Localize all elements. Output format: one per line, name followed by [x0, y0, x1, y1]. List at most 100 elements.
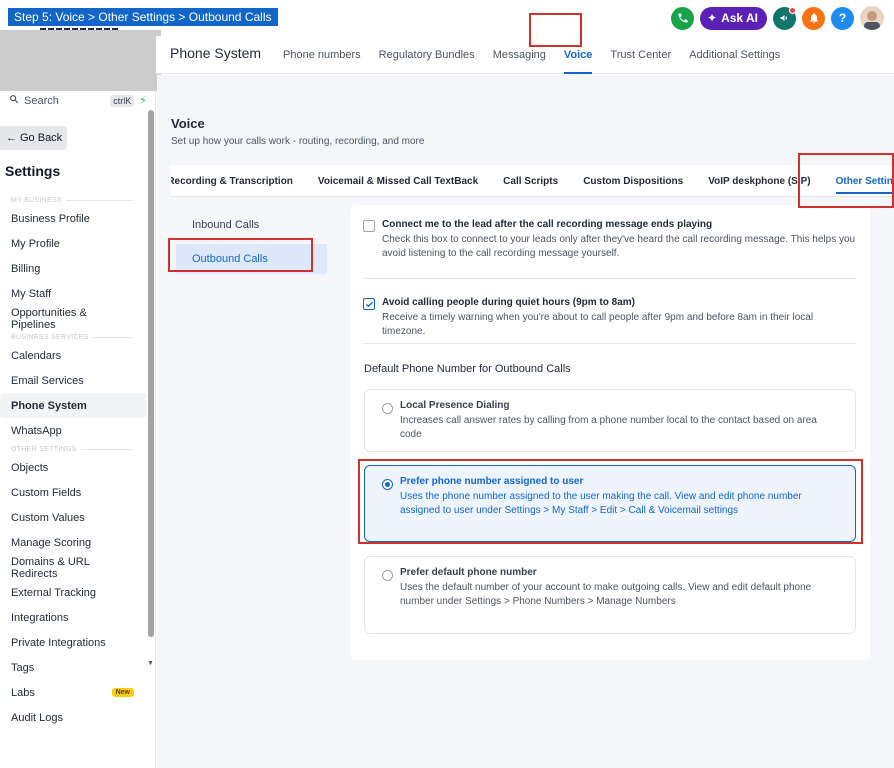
- ask-ai-label: Ask AI: [721, 11, 758, 25]
- sidebar-item-domains-url-redirects[interactable]: Domains & URL Redirects: [0, 555, 147, 580]
- quiet-hours-row[interactable]: Avoid calling people during quiet hours …: [363, 297, 858, 339]
- top-nav: Phone System Phone numbers Regulatory Bun…: [156, 36, 894, 74]
- main-content: Voice Set up how your calls work - routi…: [157, 75, 894, 768]
- voice-title: Voice: [171, 116, 205, 131]
- arrow-left-icon: ←: [6, 132, 17, 144]
- sidebar-item-label: Calendars: [11, 349, 62, 362]
- sidebar-item-label: WhatsApp: [11, 424, 62, 437]
- option-prefer-user-number[interactable]: Prefer phone number assigned to user Use…: [364, 465, 856, 542]
- check-title: Avoid calling people during quiet hours …: [382, 297, 635, 308]
- option-desc: Increases call answer rates by calling f…: [400, 415, 817, 440]
- bolt-icon[interactable]: ⚡: [139, 94, 147, 107]
- divider: [363, 278, 856, 279]
- user-avatar[interactable]: [860, 6, 884, 30]
- tab-voice[interactable]: Voice: [555, 36, 602, 74]
- connect-after-recording-checkbox[interactable]: [363, 220, 375, 232]
- sub-tab-other-settings[interactable]: Other Settings: [835, 165, 894, 196]
- help-icon[interactable]: ?: [831, 6, 854, 30]
- logo-placeholder: [0, 30, 161, 91]
- sidebar-item-label: Phone System: [11, 399, 87, 412]
- page-title: Phone System: [170, 45, 262, 61]
- go-back-label: Go Back: [20, 132, 63, 144]
- sub-tab-voicemail-missed-call-textback[interactable]: Voicemail & Missed Call TextBack: [318, 165, 478, 196]
- sidebar-item-business-profile[interactable]: Business Profile: [0, 206, 147, 231]
- search-shortcut: ctrlK: [110, 94, 135, 107]
- sidebar-item-label: Email Services: [11, 374, 84, 387]
- tab-additional-settings[interactable]: Additional Settings: [680, 36, 789, 74]
- voice-subtitle: Set up how your calls work - routing, re…: [171, 136, 425, 147]
- sidebar-item-whatsapp[interactable]: WhatsApp: [0, 418, 147, 443]
- sidebar-item-phone-system[interactable]: Phone System: [0, 393, 147, 418]
- option-prefer-default-number[interactable]: Prefer default phone number Uses the def…: [364, 556, 856, 634]
- sidebar-item-label: Billing: [11, 262, 41, 275]
- option-title: Local Presence Dialing: [400, 400, 510, 411]
- sidebar-scrollbar[interactable]: [148, 110, 154, 637]
- sidebar-nav: MY BUSINESS Business Profile My Profile Bil…: [0, 194, 147, 730]
- outbound-settings-card: Connect me to the lead after the call re…: [350, 205, 870, 660]
- sidebar-item-my-staff[interactable]: My Staff: [0, 281, 147, 306]
- notification-dot: [789, 6, 796, 14]
- sidebar-search[interactable]: Search ctrlK ⚡: [5, 92, 151, 109]
- option-title: Prefer phone number assigned to user: [400, 476, 584, 487]
- sidebar-item-my-profile[interactable]: My Profile: [0, 231, 147, 256]
- tab-trust-center[interactable]: Trust Center: [601, 36, 680, 74]
- sidebar-item-private-integrations[interactable]: Private Integrations: [0, 630, 147, 655]
- check-desc: Receive a timely warning when you're abo…: [382, 312, 814, 337]
- tab-regulatory-bundles[interactable]: Regulatory Bundles: [370, 36, 484, 74]
- sub-tab-custom-dispositions[interactable]: Custom Dispositions: [583, 165, 683, 196]
- sidebar-item-email-services[interactable]: Email Services: [0, 368, 147, 393]
- ask-ai-button[interactable]: ✦ Ask AI: [700, 6, 767, 30]
- sidebar-item-billing[interactable]: Billing: [0, 256, 147, 281]
- menu-item-outbound-calls[interactable]: Outbound Calls: [176, 244, 327, 274]
- search-icon: [9, 94, 21, 107]
- sub-tab-call-scripts[interactable]: Call Scripts: [503, 165, 558, 196]
- sidebar-item-label: Integrations: [11, 611, 69, 624]
- check-desc: Check this box to connect to your leads …: [382, 234, 856, 259]
- sidebar-item-opportunities-pipelines[interactable]: Opportunities & Pipelines: [0, 306, 147, 331]
- sidebar-item-labs[interactable]: Labs New: [0, 680, 147, 705]
- sidebar-item-calendars[interactable]: Calendars: [0, 343, 147, 368]
- radio-local-presence[interactable]: [382, 403, 393, 414]
- bell-icon[interactable]: [802, 6, 825, 30]
- sidebar-item-objects[interactable]: Objects: [0, 455, 147, 480]
- option-local-presence[interactable]: Local Presence Dialing Increases call an…: [364, 389, 856, 452]
- sidebar-item-custom-values[interactable]: Custom Values: [0, 505, 147, 530]
- sidebar-item-custom-fields[interactable]: Custom Fields: [0, 480, 147, 505]
- sidebar-item-tags[interactable]: Tags: [0, 655, 147, 680]
- option-title: Prefer default phone number: [400, 567, 537, 578]
- divider: [363, 343, 856, 344]
- sidebar-item-integrations[interactable]: Integrations: [0, 605, 147, 630]
- settings-title: Settings: [5, 163, 61, 179]
- sub-tab-voip-deskphone-sip[interactable]: VoIP deskphone (SIP): [708, 165, 810, 196]
- option-desc: Uses the phone number assigned to the us…: [400, 491, 802, 516]
- option-desc: Uses the default number of your account …: [400, 582, 812, 607]
- step-banner: Step 5: Voice > Other Settings > Outboun…: [8, 8, 278, 26]
- sidebar-section-label: BUSINESS SERVICES: [0, 331, 147, 343]
- sidebar-item-label: Private Integrations: [11, 636, 106, 649]
- sidebar-item-label: Objects: [11, 461, 49, 474]
- sidebar-item-label: Opportunities & Pipelines: [11, 306, 87, 331]
- sidebar-item-label: Custom Values: [11, 511, 85, 524]
- sidebar-item-manage-scoring[interactable]: Manage Scoring: [0, 530, 147, 555]
- scroll-down-icon[interactable]: ▼: [146, 660, 155, 667]
- sidebar-item-audit-logs[interactable]: Audit Logs: [0, 705, 147, 730]
- sidebar-section-label: MY BUSINESS: [0, 194, 147, 206]
- connect-after-recording-row[interactable]: Connect me to the lead after the call re…: [363, 219, 858, 261]
- sidebar-item-label: Audit Logs: [11, 711, 63, 724]
- megaphone-icon[interactable]: [773, 6, 796, 30]
- tab-phone-numbers[interactable]: Phone numbers: [274, 36, 370, 74]
- tab-messaging[interactable]: Messaging: [484, 36, 555, 74]
- sidebar-item-label: Labs: [11, 686, 35, 699]
- outbound-left-menu: Inbound Calls Outbound Calls: [176, 210, 327, 278]
- go-back-button[interactable]: ← Go Back: [0, 126, 67, 150]
- sub-tab-ll-recording-transcription[interactable]: ll Recording & Transcription: [171, 165, 293, 196]
- topbar-actions: ✦ Ask AI ?: [671, 6, 884, 30]
- quiet-hours-checkbox[interactable]: [363, 298, 375, 310]
- default-number-group-title: Default Phone Number for Outbound Calls: [364, 363, 571, 375]
- phone-icon[interactable]: [671, 6, 695, 30]
- radio-prefer-user-number[interactable]: [382, 479, 393, 490]
- search-label: Search: [24, 94, 59, 107]
- radio-prefer-default-number[interactable]: [382, 570, 393, 581]
- menu-item-inbound-calls[interactable]: Inbound Calls: [176, 210, 327, 240]
- sidebar-item-external-tracking[interactable]: External Tracking: [0, 580, 147, 605]
